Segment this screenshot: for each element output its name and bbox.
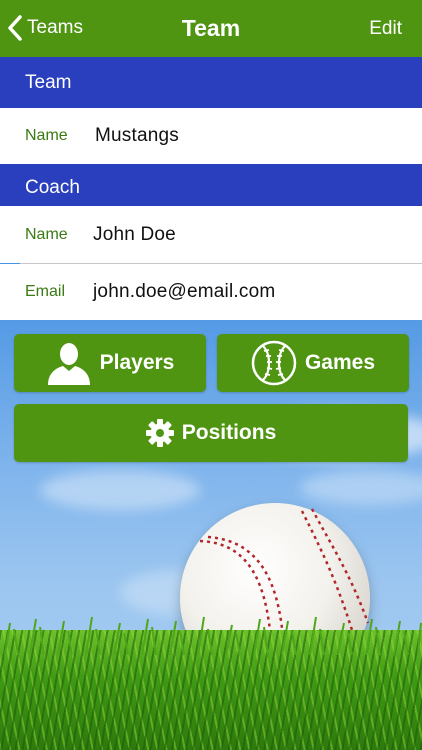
- edit-button[interactable]: Edit: [369, 18, 402, 40]
- cloud: [40, 470, 200, 510]
- games-button[interactable]: Games: [217, 334, 409, 392]
- coach-email-value: john.doe@email.com: [93, 281, 276, 302]
- person-icon: [46, 341, 92, 385]
- coach-email-row[interactable]: Email john.doe@email.com: [0, 264, 422, 320]
- team-name-value: Mustangs: [95, 125, 179, 146]
- positions-button[interactable]: Positions: [14, 404, 408, 462]
- back-button[interactable]: Teams: [6, 14, 83, 42]
- grass-tips: [4, 616, 422, 655]
- players-button-label: Players: [99, 351, 175, 374]
- coach-name-value: John Doe: [93, 223, 176, 245]
- back-button-label: Teams: [27, 17, 83, 38]
- players-button[interactable]: Players: [14, 334, 206, 392]
- positions-button-label: Positions: [181, 421, 277, 444]
- coach-name-label: Name: [25, 225, 68, 243]
- nav-bar: Teams Team Edit: [0, 0, 422, 57]
- coach-section-header: Coach: [0, 164, 422, 206]
- baseball-icon: [251, 340, 297, 386]
- coach-email-label: Email: [25, 283, 66, 300]
- team-name-row[interactable]: Name Mustangs: [0, 108, 422, 164]
- gear-icon: [145, 419, 174, 447]
- chevron-left-icon: [8, 15, 22, 41]
- team-section-header: Team: [0, 57, 422, 108]
- games-button-label: Games: [304, 351, 376, 374]
- team-name-label: Name: [25, 127, 68, 144]
- page-title: Team: [181, 15, 241, 41]
- coach-name-row[interactable]: Name John Doe: [0, 206, 422, 263]
